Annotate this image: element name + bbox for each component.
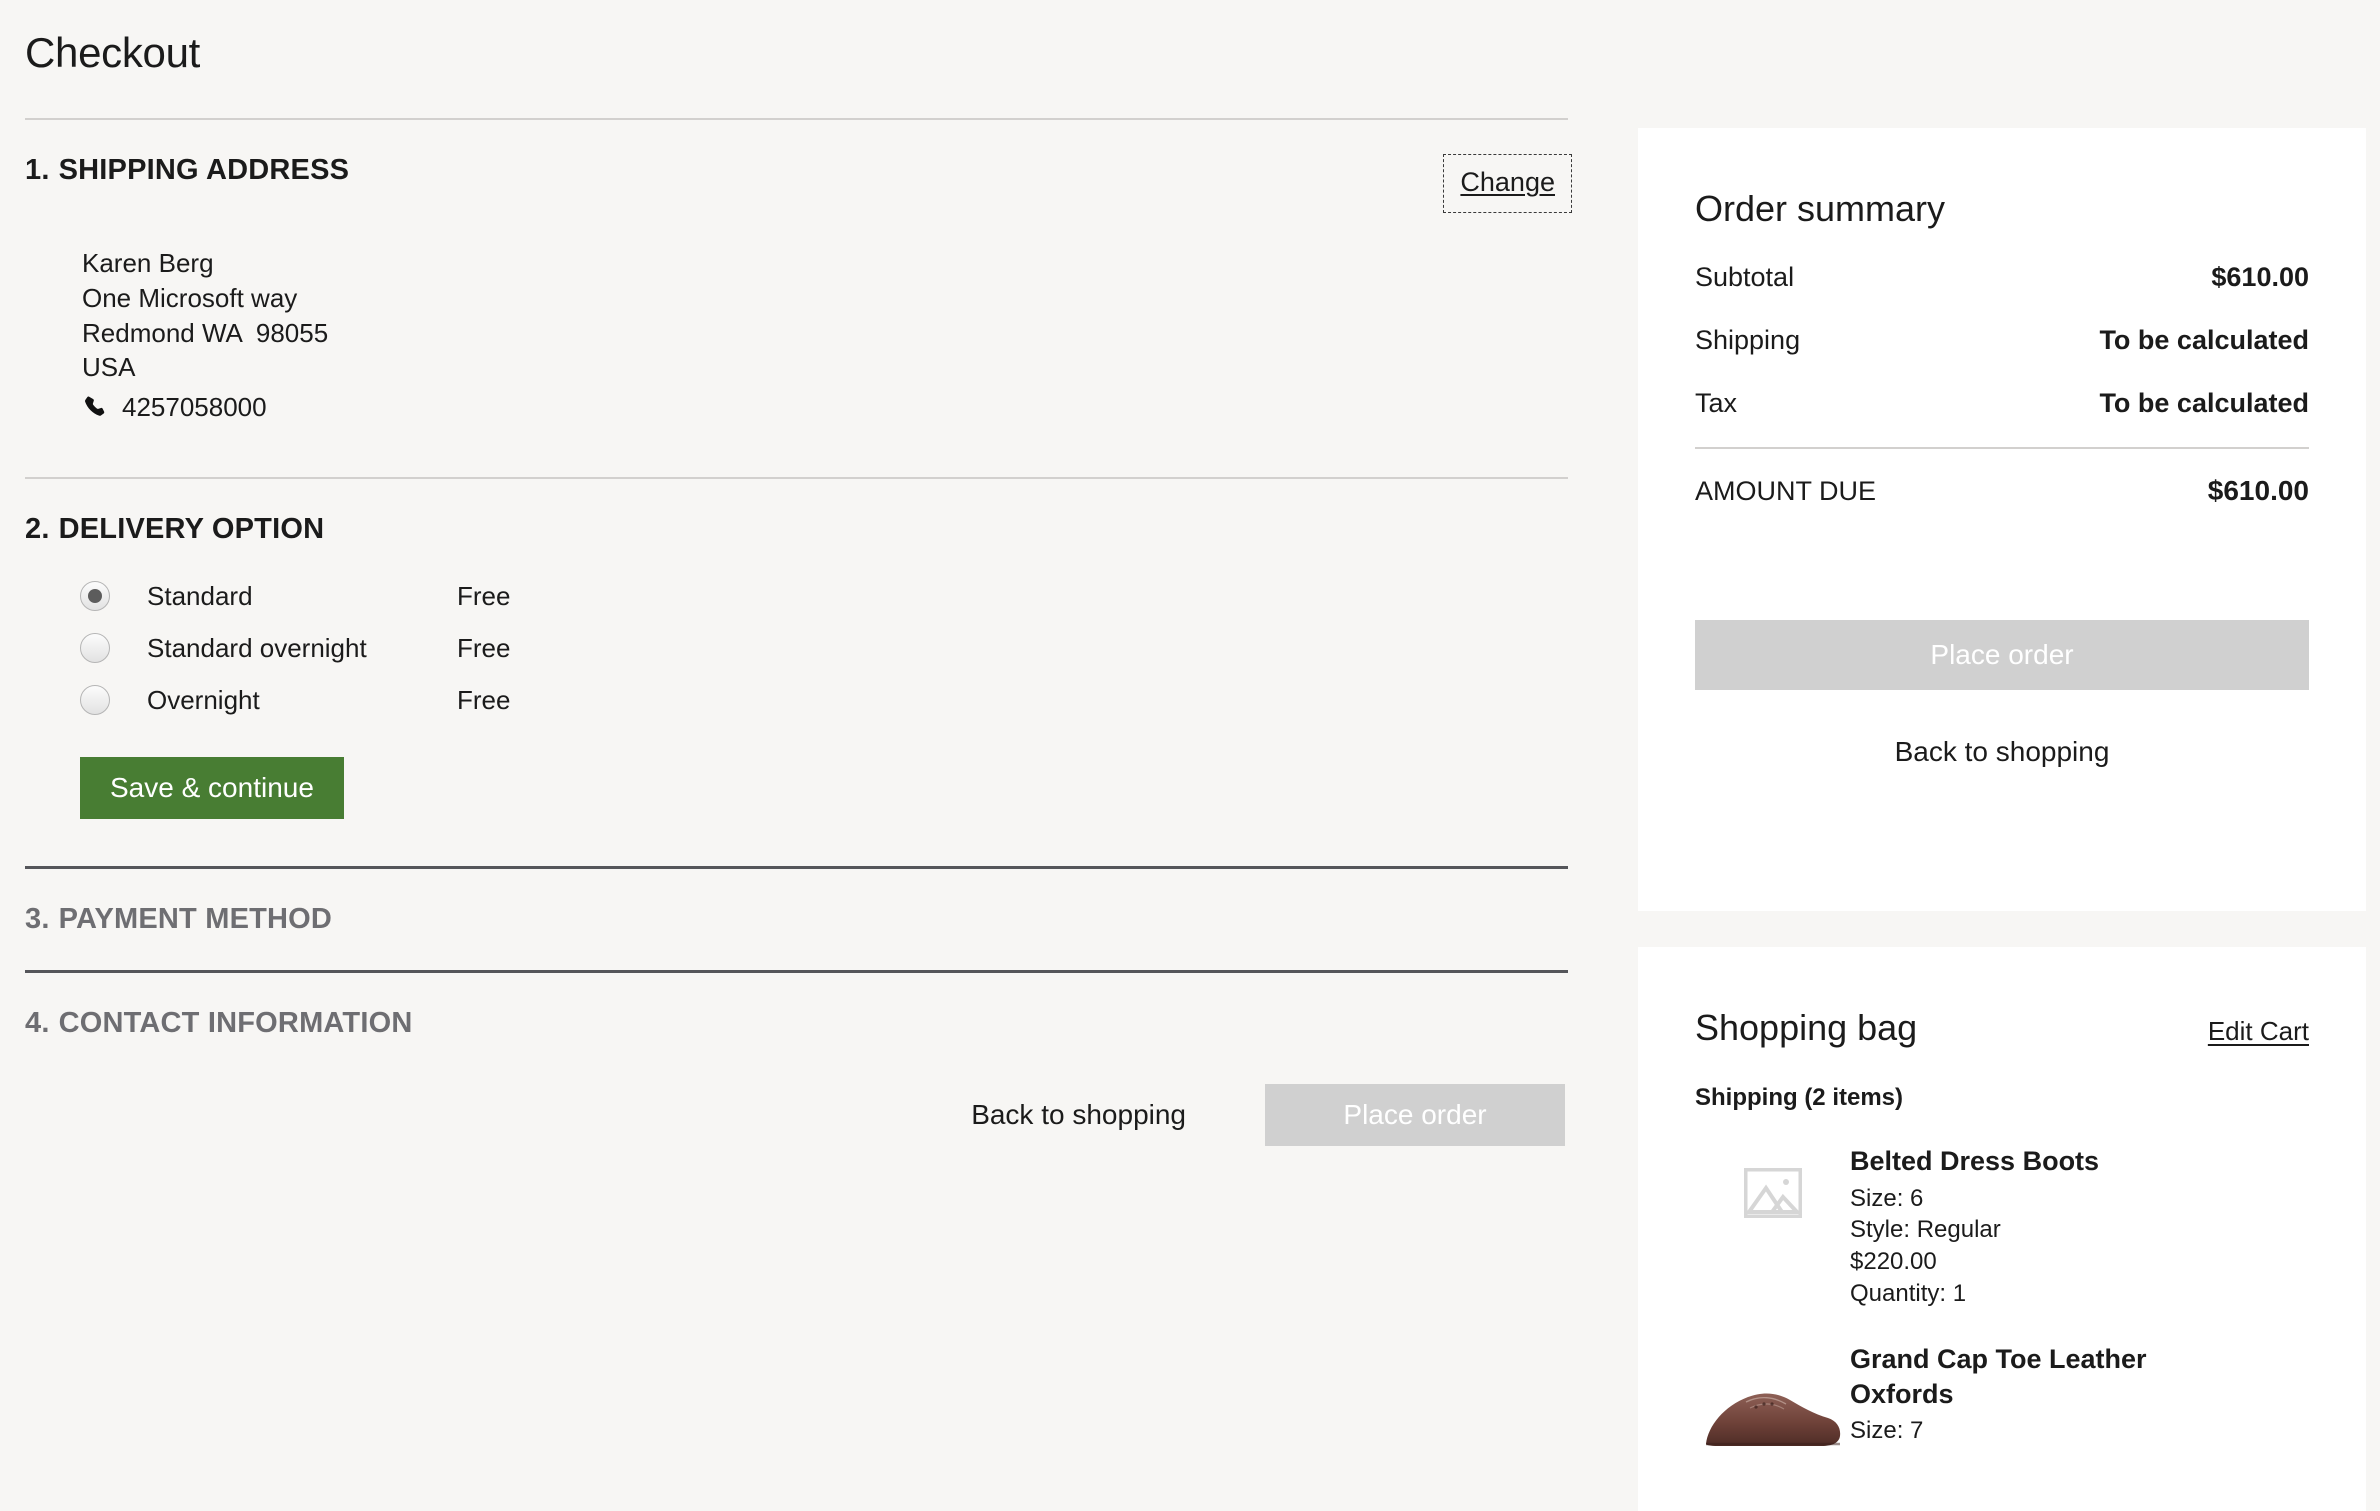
bag-item-details: Belted Dress Boots Size: 6 Style: Regula… bbox=[1850, 1142, 2099, 1310]
back-to-shopping-link[interactable]: Back to shopping bbox=[971, 1099, 1186, 1131]
shipping-section-label: SHIPPING ADDRESS bbox=[58, 154, 350, 187]
address-phone-row: 4257058000 bbox=[82, 390, 1572, 425]
summary-label: Tax bbox=[1695, 388, 1738, 418]
shipping-address-block: Karen Berg One Microsoft way Redmond WA … bbox=[25, 213, 1572, 424]
summary-value: To be calculated bbox=[2099, 325, 2309, 355]
address-phone-number: 4257058000 bbox=[122, 391, 267, 422]
delivery-option-standard-overnight[interactable]: Standard overnight Free bbox=[25, 622, 1572, 674]
contact-section-header: 4. CONTACT INFORMATION bbox=[25, 973, 1572, 1040]
order-summary-title: Order summary bbox=[1695, 188, 1946, 229]
delivery-option-price: Free bbox=[457, 580, 511, 611]
save-and-continue-button[interactable]: Save & continue bbox=[80, 757, 344, 820]
shipping-section-header: 1. SHIPPING ADDRESS Change bbox=[25, 120, 1572, 214]
bag-item-name: Grand Cap Toe Leather Oxfords bbox=[1850, 1344, 2147, 1409]
edit-cart-link[interactable]: Edit Cart bbox=[2208, 1016, 2309, 1047]
radio-standard[interactable] bbox=[80, 581, 110, 612]
address-city-state-zip: Redmond WA 98055 bbox=[82, 317, 329, 348]
contact-section-title: 4. CONTACT INFORMATION bbox=[25, 1007, 413, 1040]
bag-item-details: Grand Cap Toe Leather Oxfords Size: 7 bbox=[1850, 1340, 2220, 1447]
checkout-main-column: Checkout 1. SHIPPING ADDRESS Change Kare… bbox=[0, 0, 1600, 1511]
summary-row-tax: Tax To be calculated bbox=[1695, 388, 2309, 419]
address-name: Karen Berg bbox=[82, 248, 214, 279]
summary-label: Subtotal bbox=[1695, 262, 1795, 292]
shopping-bag-title: Shopping bag bbox=[1695, 1007, 1918, 1048]
section-shipping-address: 1. SHIPPING ADDRESS Change Karen Berg On… bbox=[25, 120, 1572, 480]
leather-shoe-photo-icon bbox=[1698, 1366, 1848, 1456]
radio-standard-overnight[interactable] bbox=[80, 633, 110, 664]
shipping-group-label: Shipping (2 items) bbox=[1695, 1084, 1904, 1111]
payment-section-number: 3. bbox=[25, 903, 50, 936]
payment-section-title: 3. PAYMENT METHOD bbox=[25, 903, 332, 936]
section-payment-method: 3. PAYMENT METHOD bbox=[25, 869, 1572, 974]
delivery-option-price: Free bbox=[457, 632, 511, 663]
bag-item-name: Belted Dress Boots bbox=[1850, 1146, 2100, 1176]
amount-due-value: $610.00 bbox=[2207, 475, 2309, 506]
bag-item-size: Size: 6 bbox=[1850, 1184, 1924, 1212]
section-delivery-option: 2. DELIVERY OPTION Standard Free Standar… bbox=[25, 479, 1572, 870]
phone-icon bbox=[82, 394, 108, 420]
bag-item: Belted Dress Boots Size: 6 Style: Regula… bbox=[1695, 1142, 2309, 1310]
summary-row-subtotal: Subtotal $610.00 bbox=[1695, 262, 2309, 293]
delivery-option-price: Free bbox=[457, 684, 511, 715]
amount-due-label: AMOUNT DUE bbox=[1695, 476, 1877, 506]
page-title: Checkout bbox=[25, 29, 201, 76]
shopping-bag-panel: Shopping bag Edit Cart Shipping (2 items… bbox=[1638, 947, 2366, 1511]
bag-item-price: $220.00 bbox=[1850, 1248, 1937, 1276]
delivery-section-label: DELIVERY OPTION bbox=[58, 513, 325, 546]
section-contact-information: 4. CONTACT INFORMATION bbox=[25, 973, 1572, 1040]
delivery-option-overnight[interactable]: Overnight Free bbox=[25, 674, 1572, 726]
bag-item-style: Style: Regular bbox=[1850, 1216, 2001, 1244]
summary-divider bbox=[1695, 447, 2309, 449]
bag-item: Grand Cap Toe Leather Oxfords Size: 7 bbox=[1695, 1340, 2309, 1456]
bag-item-thumbnail bbox=[1695, 1142, 1850, 1223]
delivery-option-label: Standard overnight bbox=[147, 632, 367, 663]
delivery-section-header: 2. DELIVERY OPTION bbox=[25, 479, 1572, 546]
order-summary-panel: Order summary Subtotal $610.00 Shipping … bbox=[1638, 128, 2366, 911]
address-street: One Microsoft way bbox=[82, 282, 298, 313]
summary-value: $610.00 bbox=[2211, 262, 2309, 292]
summary-label: Shipping bbox=[1695, 325, 1801, 355]
sidebar-back-to-shopping-link[interactable]: Back to shopping bbox=[1695, 735, 2309, 769]
change-address-button[interactable]: Change bbox=[1443, 154, 1572, 214]
bag-item-quantity: Quantity: 1 bbox=[1850, 1280, 1967, 1308]
shipping-section-title: 1. SHIPPING ADDRESS bbox=[25, 154, 349, 187]
summary-row-shipping: Shipping To be calculated bbox=[1695, 325, 2309, 356]
delivery-options-list: Standard Free Standard overnight Free Ov… bbox=[25, 546, 1572, 726]
delivery-section-number: 2. bbox=[25, 513, 50, 546]
checkout-sidebar: Order summary Subtotal $610.00 Shipping … bbox=[1638, 0, 2366, 1511]
payment-section-label: PAYMENT METHOD bbox=[58, 903, 333, 936]
delivery-option-label: Standard bbox=[147, 580, 253, 611]
shipping-section-number: 1. bbox=[25, 154, 50, 187]
change-address-label: Change bbox=[1460, 167, 1555, 198]
delivery-option-standard[interactable]: Standard Free bbox=[25, 570, 1572, 622]
bag-item-size: Size: 7 bbox=[1850, 1417, 1924, 1445]
bottom-action-row: Back to shopping Place order bbox=[25, 1040, 1572, 1147]
address-country: USA bbox=[82, 352, 136, 383]
shopping-bag-header: Shopping bag Edit Cart bbox=[1695, 987, 2309, 1049]
payment-section-header: 3. PAYMENT METHOD bbox=[25, 869, 1572, 936]
sidebar-place-order-button[interactable]: Place order bbox=[1695, 620, 2309, 690]
radio-overnight[interactable] bbox=[80, 685, 110, 716]
summary-row-amount-due: AMOUNT DUE $610.00 bbox=[1695, 475, 2309, 507]
place-order-button[interactable]: Place order bbox=[1265, 1084, 1565, 1147]
bag-item-thumbnail bbox=[1695, 1340, 1850, 1456]
contact-section-label: CONTACT INFORMATION bbox=[58, 1007, 413, 1040]
checkout-page: Checkout 1. SHIPPING ADDRESS Change Kare… bbox=[0, 0, 2380, 1511]
delivery-section-title: 2. DELIVERY OPTION bbox=[25, 513, 324, 546]
summary-value: To be calculated bbox=[2099, 388, 2309, 418]
contact-section-number: 4. bbox=[25, 1007, 50, 1040]
image-placeholder-icon bbox=[1743, 1167, 1802, 1223]
delivery-option-label: Overnight bbox=[147, 684, 260, 715]
